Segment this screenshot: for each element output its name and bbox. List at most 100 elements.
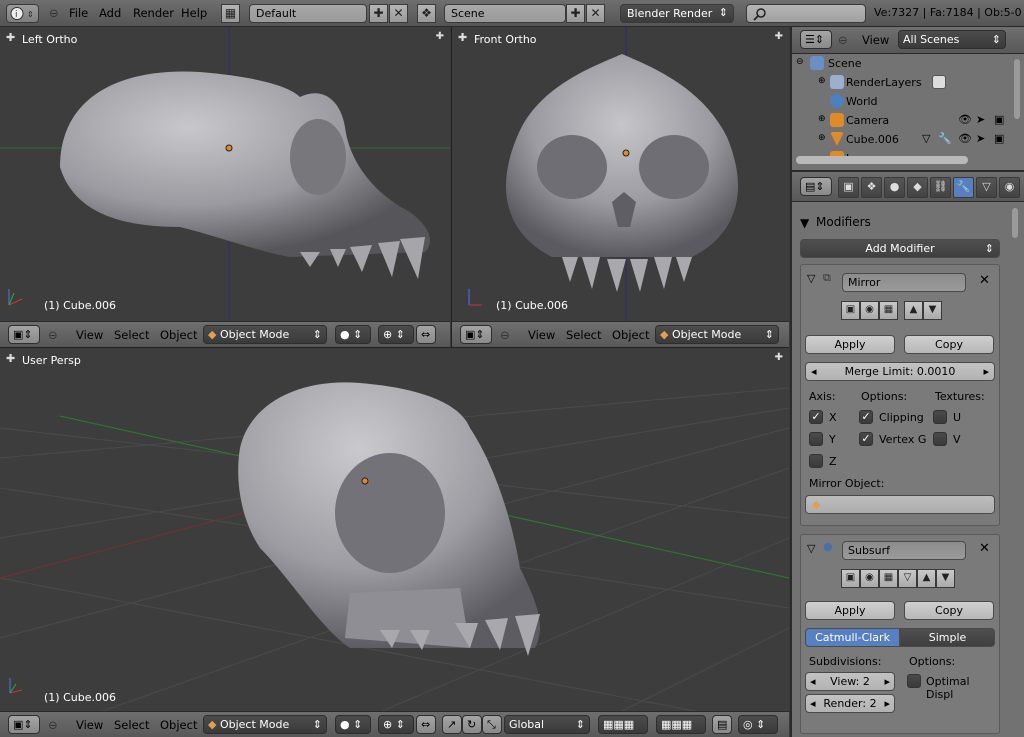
increment-icon[interactable]: ▸	[884, 673, 890, 690]
menu-view[interactable]: View	[862, 33, 889, 47]
editmode-toggle-icon[interactable]: ▦	[879, 569, 898, 588]
menu-render[interactable]: Render	[133, 6, 174, 20]
view3d-editor-icon[interactable]: ▣⇕	[8, 715, 40, 734]
render-levels-field[interactable]: ◂ Render: 2 ▸	[805, 694, 895, 713]
viewport-toggle-icon[interactable]: ◉	[860, 569, 879, 588]
menu-file[interactable]: File	[69, 6, 88, 20]
move-down-icon[interactable]: ▼	[936, 569, 955, 588]
collapse-icon[interactable]: ⊖	[48, 328, 58, 342]
viewport-add-icon[interactable]: ✚	[458, 31, 467, 44]
mode-select[interactable]: ◆ Object Mode ⇕	[203, 325, 327, 344]
outliner-item-cube[interactable]: ⊕ Cube.006 ▽ 🔧 👁 ➤ ▣	[792, 130, 1014, 149]
menu-view[interactable]: View	[76, 718, 103, 732]
render-engine-select[interactable]: Blender Render ⇕	[620, 4, 734, 23]
screen-layout-field[interactable]: Default	[249, 4, 367, 23]
view3d-editor-icon[interactable]: ▣⇕	[8, 325, 40, 344]
simple-button[interactable]: Simple	[900, 628, 995, 647]
axis-x-checkbox[interactable]: ✓	[809, 410, 823, 424]
world-tab-icon[interactable]: ●	[884, 177, 905, 198]
subsurf-apply-button[interactable]: Apply	[805, 601, 895, 620]
mirror-name-field[interactable]: Mirror	[842, 273, 966, 292]
add-modifier-button[interactable]: Add Modifier ⇕	[800, 239, 1000, 258]
mirror-object-field[interactable]: ◆	[805, 495, 995, 514]
proportional-edit-select[interactable]: ◎ ⇕	[738, 715, 778, 734]
properties-scrollbar[interactable]	[1012, 208, 1018, 238]
orientation-select[interactable]: Global ⇕	[504, 715, 590, 734]
screen-layout-icon[interactable]: ▦	[221, 4, 240, 23]
remove-modifier-icon[interactable]: ✕	[979, 273, 990, 288]
menu-view[interactable]: View	[76, 328, 103, 342]
viewport-corner-icon[interactable]: ✚	[436, 31, 444, 42]
render-toggle-icon[interactable]: ▣	[841, 301, 860, 320]
mode-select[interactable]: ◆ Object Mode ⇕	[655, 325, 779, 344]
shading-select[interactable]: ● ⇕	[335, 325, 371, 344]
optimal-display-checkbox[interactable]	[907, 674, 921, 688]
decrement-icon[interactable]: ◂	[810, 695, 816, 712]
clipping-checkbox[interactable]: ✓	[859, 410, 873, 424]
manipulator-icon[interactable]: ⇔	[416, 715, 436, 734]
menu-object[interactable]: Object	[160, 328, 197, 342]
merge-limit-field[interactable]: ◂ Merge Limit: 0.0010 ▸	[805, 362, 995, 381]
increment-icon[interactable]: ▸	[884, 695, 890, 712]
collapse-icon[interactable]: ⊖	[838, 33, 848, 47]
viewport-corner-icon[interactable]: ✚	[775, 352, 783, 363]
collapse-icon[interactable]: ⊖	[48, 718, 58, 732]
lock-layers-icon[interactable]: ▤	[712, 715, 732, 734]
pivot-select[interactable]: ⊕ ⇕	[378, 715, 414, 734]
move-down-icon[interactable]: ▼	[923, 301, 942, 320]
object-tab-icon[interactable]: ◆	[907, 177, 928, 198]
collapse-arrow-icon[interactable]: ▽	[807, 542, 815, 555]
pivot-select[interactable]: ⊕ ⇕	[378, 325, 414, 344]
decrement-icon[interactable]: ◂	[810, 673, 816, 690]
texture-u-checkbox[interactable]	[933, 410, 947, 424]
remove-scene-icon[interactable]: ✕	[586, 4, 605, 23]
scene-icon[interactable]: ❖	[417, 4, 436, 23]
move-up-icon[interactable]: ▲	[904, 301, 923, 320]
collapse-icon[interactable]: ⊖	[796, 57, 804, 67]
scene-tab-icon[interactable]: ❖	[861, 177, 882, 198]
visibility-icon[interactable]: 👁	[958, 113, 972, 126]
search-field[interactable]	[746, 4, 866, 23]
expand-icon[interactable]: ⊕	[818, 114, 826, 124]
remove-layout-icon[interactable]: ✕	[389, 4, 408, 23]
outliner-item-camera[interactable]: ⊕ Camera 👁 ➤ ▣	[792, 111, 1014, 130]
menu-help[interactable]: Help	[181, 6, 207, 20]
panel-collapse-icon[interactable]: ▼	[800, 216, 809, 230]
increment-icon[interactable]: ▸	[983, 363, 989, 380]
viewport-corner-icon[interactable]: ✚	[775, 31, 783, 42]
render-camera-icon[interactable]: ▣	[994, 132, 1004, 145]
viewport-toggle-icon[interactable]: ◉	[860, 301, 879, 320]
shading-select[interactable]: ● ⇕	[335, 715, 371, 734]
expand-icon[interactable]: ⊕	[818, 133, 826, 143]
outliner-item-scene[interactable]: ⊖ Scene	[792, 54, 1014, 73]
catmull-clark-button[interactable]: Catmull-Clark	[805, 628, 900, 647]
outliner-item-renderlayers[interactable]: ⊕ RenderLayers	[792, 73, 1014, 92]
view3d-editor-icon[interactable]: ▣⇕	[460, 325, 492, 344]
visibility-icon[interactable]: 👁	[958, 132, 972, 145]
expand-icon[interactable]: ⊕	[818, 76, 826, 86]
data-tab-icon[interactable]: ▽	[976, 177, 997, 198]
material-tab-icon[interactable]: ◉	[999, 177, 1020, 198]
collapse-arrow-icon[interactable]: ▽	[807, 272, 815, 285]
mirror-copy-button[interactable]: Copy	[904, 335, 994, 354]
collapse-menu-icon[interactable]: ⊖	[49, 6, 59, 20]
view-levels-field[interactable]: ◂ View: 2 ▸	[805, 672, 895, 691]
rotate-icon[interactable]: ↻	[462, 715, 482, 734]
axis-z-checkbox[interactable]	[809, 454, 823, 468]
outliner-hscrollbar[interactable]	[796, 156, 968, 164]
viewport-add-icon[interactable]: ✚	[6, 31, 15, 44]
viewport-user-persp[interactable]: ✚ User Persp ✚ (1) Cube.006 ▣⇕ ⊖ View Se…	[0, 347, 789, 737]
render-camera-icon[interactable]: ▣	[994, 113, 1004, 126]
select-cursor-icon[interactable]: ➤	[976, 132, 985, 145]
menu-view[interactable]: View	[528, 328, 555, 342]
properties-editor-icon[interactable]: ▤⇕	[800, 177, 832, 196]
collapse-icon[interactable]: ⊖	[500, 328, 510, 342]
layers-grid-1[interactable]: ▦▦▦	[598, 715, 648, 734]
subsurf-copy-button[interactable]: Copy	[904, 601, 994, 620]
move-up-icon[interactable]: ▲	[917, 569, 936, 588]
vertex-group-checkbox[interactable]: ✓	[859, 432, 873, 446]
scale-icon[interactable]: ⤡	[482, 715, 502, 734]
outliner-vscrollbar[interactable]	[1014, 59, 1020, 119]
cage-toggle-icon[interactable]: ▽	[898, 569, 917, 588]
add-layout-icon[interactable]: ✚	[369, 4, 388, 23]
